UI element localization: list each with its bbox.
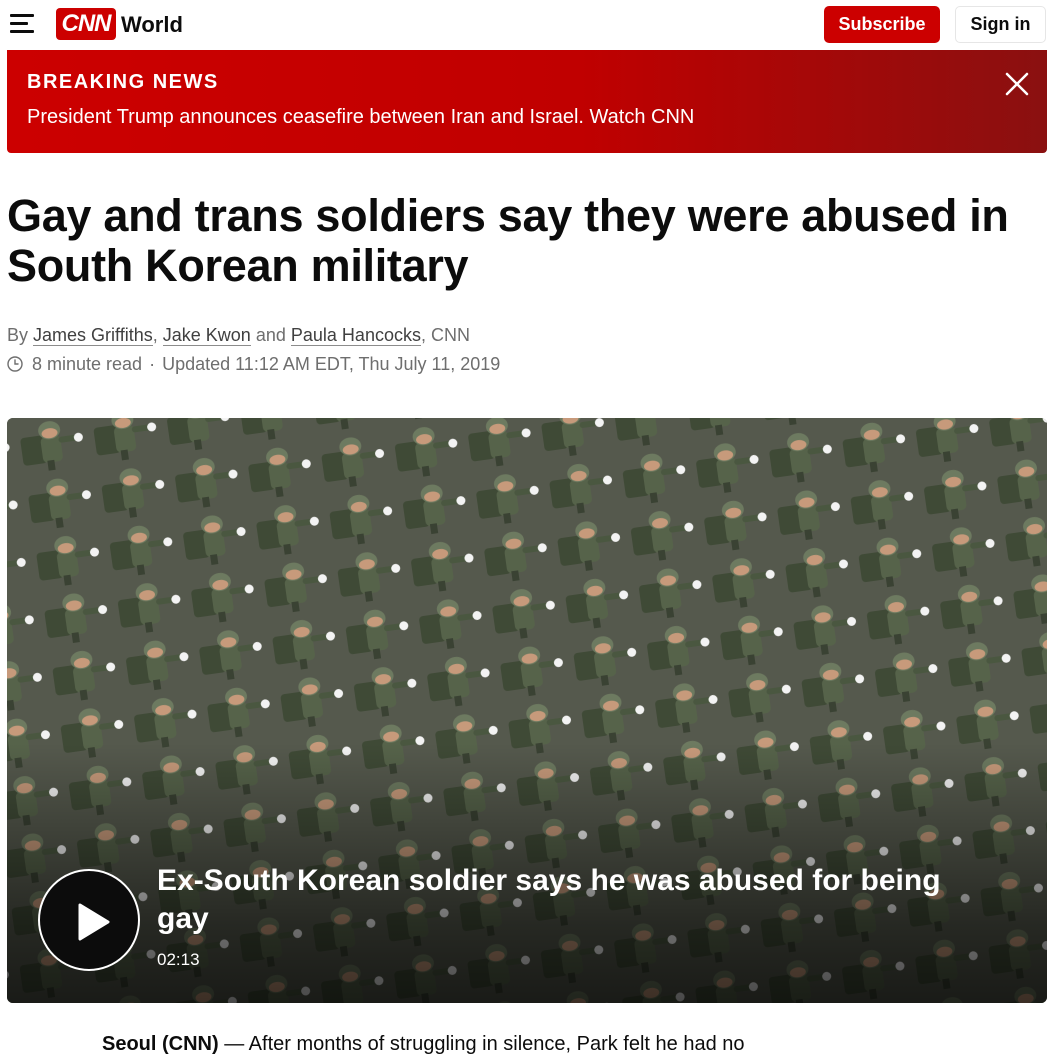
subscribe-button[interactable]: Subscribe <box>824 6 940 43</box>
breaking-news-banner: BREAKING NEWS President Trump announces … <box>7 50 1047 153</box>
hamburger-menu-icon[interactable] <box>10 13 34 33</box>
play-icon <box>78 903 110 941</box>
meta-separator: · <box>149 354 156 374</box>
dateline: Seoul (CNN) <box>102 1033 219 1055</box>
author-link[interactable]: Paula Hancocks <box>290 325 421 346</box>
video-player[interactable]: Ex-South Korean soldier says he was abus… <box>7 418 1047 1003</box>
video-title[interactable]: Ex-South Korean soldier says he was abus… <box>157 862 997 938</box>
sign-in-button[interactable]: Sign in <box>955 6 1046 43</box>
site-header: CNN World Subscribe Sign in <box>0 0 1049 50</box>
article-meta: 8 minute read · Updated 11:12 AM EDT, Th… <box>7 352 500 376</box>
byline-outlet: , CNN <box>420 325 470 345</box>
cnn-logo[interactable]: CNN <box>56 8 116 40</box>
breaking-news-text[interactable]: President Trump announces ceasefire betw… <box>27 106 694 129</box>
clock-icon <box>7 356 23 372</box>
section-name[interactable]: World <box>121 11 183 39</box>
author-link[interactable]: Jake Kwon <box>162 325 251 346</box>
author-link[interactable]: James Griffiths <box>33 325 153 346</box>
play-button[interactable] <box>38 869 140 971</box>
body-text: — After months of struggling in silence,… <box>218 1033 745 1055</box>
byline-and: and <box>255 325 286 345</box>
updated-timestamp: Updated 11:12 AM EDT, Thu July 11, 2019 <box>162 354 501 374</box>
article-body-first-line: Seoul (CNN) — After months of struggling… <box>102 1033 745 1056</box>
article-headline: Gay and trans soldiers say they were abu… <box>7 190 1009 291</box>
video-duration: 02:13 <box>157 950 200 969</box>
read-time: 8 minute read <box>32 354 143 374</box>
byline-prefix: By <box>7 325 29 345</box>
breaking-news-label: BREAKING NEWS <box>27 71 219 93</box>
byline: By James Griffiths, Jake Kwon and Paula … <box>7 325 470 346</box>
close-icon[interactable] <box>1003 70 1031 98</box>
